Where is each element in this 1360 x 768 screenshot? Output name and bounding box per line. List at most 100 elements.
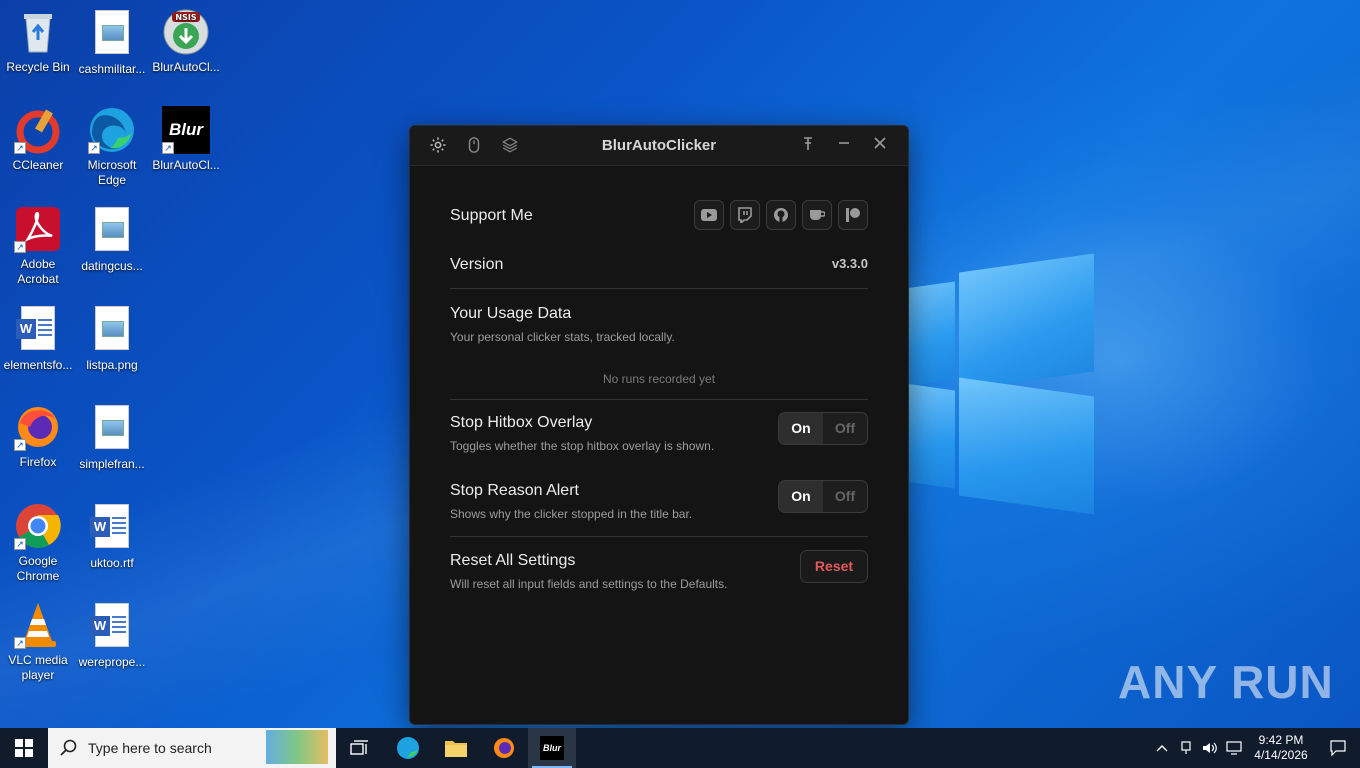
desktop-icon-label: cashmilitar...: [78, 62, 146, 76]
system-tray: 9:42 PM 4/14/2026: [1150, 728, 1360, 768]
shortcut-arrow-icon: ↗: [162, 142, 174, 154]
usage-empty-text: No runs recorded yet: [602, 372, 716, 386]
desktop-icon-vlc[interactable]: ↗ VLC media player: [0, 601, 76, 683]
word-document-icon: W: [14, 306, 62, 354]
shortcut-arrow-icon: ↗: [88, 142, 100, 154]
task-view-button[interactable]: [336, 728, 384, 768]
recycle-bin-icon: [14, 8, 62, 56]
reason-on-option[interactable]: On: [779, 481, 823, 512]
shortcut-arrow-icon: ↗: [14, 439, 26, 451]
taskbar-edge[interactable]: [384, 728, 432, 768]
version-value: v3.3.0: [831, 256, 868, 271]
reason-toggle[interactable]: On Off: [778, 480, 868, 513]
taskbar-blur[interactable]: Blur: [528, 728, 576, 768]
desktop-icon-uktoo[interactable]: W uktoo.rtf: [74, 502, 150, 571]
desktop-icon-simplefran[interactable]: simplefran...: [74, 403, 150, 472]
firefox-icon: ↗: [14, 403, 62, 451]
desktop-icon-blurautoclicker[interactable]: Blur ↗ BlurAutoCl...: [148, 106, 224, 173]
desktop-icon-label: VLC media player: [8, 653, 68, 682]
image-file-icon: [88, 10, 136, 58]
title-bar[interactable]: BlurAutoClicker: [410, 126, 908, 166]
chrome-icon: ↗: [14, 502, 62, 550]
desktop-icon-wereprope[interactable]: W wereprope...: [74, 601, 150, 670]
shortcut-arrow-icon: ↗: [14, 241, 26, 253]
hitbox-off-option[interactable]: Off: [823, 413, 867, 444]
edge-icon: ↗: [88, 106, 136, 154]
image-file-icon: [88, 405, 136, 453]
adobe-acrobat-icon: ↗: [14, 205, 62, 253]
shortcut-arrow-icon: ↗: [14, 538, 26, 550]
reset-row: Reset All Settings Will reset all input …: [450, 537, 868, 607]
windows-start-icon: [15, 739, 33, 757]
desktop-icon-ccleaner[interactable]: ↗ CCleaner: [0, 106, 76, 173]
hitbox-on-option[interactable]: On: [779, 413, 823, 444]
clock-time: 9:42 PM: [1258, 733, 1304, 747]
desktop-icon-recycle-bin[interactable]: Recycle Bin: [0, 8, 76, 75]
network-icon[interactable]: [1174, 728, 1198, 768]
taskbar-file-explorer[interactable]: [432, 728, 480, 768]
task-view-icon: [350, 740, 368, 755]
tray-chevron-up-icon[interactable]: [1150, 728, 1174, 768]
taskbar-firefox[interactable]: [480, 728, 528, 768]
shortcut-arrow-icon: ↗: [14, 142, 26, 154]
anyrun-watermark: ANY RUN: [1118, 656, 1334, 708]
usage-desc: Your personal clicker stats, tracked loc…: [450, 330, 675, 344]
nsis-installer-icon: NSIS: [162, 8, 210, 56]
desktop-icon-label: wereprope...: [78, 655, 146, 669]
blur-app-icon: Blur ↗: [162, 106, 210, 154]
shortcut-arrow-icon: ↗: [14, 637, 26, 649]
usage-label: Your Usage Data: [450, 305, 572, 322]
desktop-icon-microsoft-edge[interactable]: ↗ Microsoft Edge: [74, 106, 150, 188]
desktop-icon-listpa[interactable]: listpa.png: [74, 304, 150, 373]
reason-off-option[interactable]: Off: [823, 481, 867, 512]
clock-date: 4/14/2026: [1254, 748, 1308, 762]
desktop-icon-label: CCleaner: [12, 158, 64, 172]
desktop-icon-label: Google Chrome: [16, 554, 60, 583]
ccleaner-icon: ↗: [14, 106, 62, 154]
image-file-icon: [88, 306, 136, 354]
taskbar-clock[interactable]: 9:42 PM 4/14/2026: [1246, 733, 1316, 763]
close-icon[interactable]: [870, 136, 890, 156]
display-icon[interactable]: [1222, 728, 1246, 768]
taskbar: Type here to search Blur 9:42 PM 4/14/20…: [0, 728, 1360, 768]
edge-icon: [397, 737, 419, 759]
desktop-icon-label: uktoo.rtf: [90, 556, 134, 570]
desktop-icon-datingcus[interactable]: datingcus...: [74, 205, 150, 274]
start-button[interactable]: [0, 728, 48, 768]
word-document-icon: W: [88, 504, 136, 552]
pin-icon[interactable]: [798, 136, 818, 156]
volume-icon[interactable]: [1198, 728, 1222, 768]
support-row: Support Me: [450, 166, 868, 230]
desktop-icon-blurautoclicker-installer[interactable]: NSIS BlurAutoCl...: [148, 8, 224, 75]
folder-icon: [445, 741, 467, 757]
stop-reason-row: Stop Reason Alert Shows why the clicker …: [450, 468, 868, 537]
svg-text:NSIS: NSIS: [175, 13, 196, 22]
desktop-icon-label: Recycle Bin: [6, 60, 70, 74]
desktop-icon-label: elementsfo...: [3, 358, 73, 372]
word-document-icon: W: [88, 603, 136, 651]
desktop-icon-adobe-acrobat[interactable]: ↗ Adobe Acrobat: [0, 205, 76, 287]
search-highlight-image: [266, 730, 328, 764]
settings-panel: Support Me Version v3.3.0 Your Usage Dat…: [410, 166, 908, 607]
taskbar-search-box[interactable]: Type here to search: [48, 728, 336, 768]
notification-icon[interactable]: [1316, 728, 1360, 768]
desktop-icon-elementsfo[interactable]: W elementsfo...: [0, 304, 76, 373]
version-label: Version: [450, 256, 504, 273]
hitbox-toggle[interactable]: On Off: [778, 412, 868, 445]
image-file-icon: [88, 207, 136, 255]
desktop-icon-cashmilitar[interactable]: cashmilitar...: [74, 8, 150, 77]
windows-logo-wallpaper: [905, 253, 1100, 515]
minimize-icon[interactable]: [834, 136, 854, 156]
desktop-icon-firefox[interactable]: ↗ Firefox: [0, 403, 76, 470]
desktop-icon-label: BlurAutoCl...: [152, 60, 220, 74]
desktop-icon-label: listpa.png: [86, 358, 138, 372]
reset-button[interactable]: Reset: [800, 550, 868, 583]
desktop-icon-label: datingcus...: [81, 259, 143, 273]
firefox-icon: [494, 738, 514, 758]
search-placeholder: Type here to search: [88, 740, 212, 756]
desktop-icon-label: Microsoft Edge: [87, 158, 137, 187]
desktop-icon-google-chrome[interactable]: ↗ Google Chrome: [0, 502, 76, 584]
desktop-icon-label: BlurAutoCl...: [152, 158, 220, 172]
desktop-icon-label: Adobe Acrobat: [17, 257, 59, 286]
desktop-icon-label: simplefran...: [79, 457, 145, 471]
